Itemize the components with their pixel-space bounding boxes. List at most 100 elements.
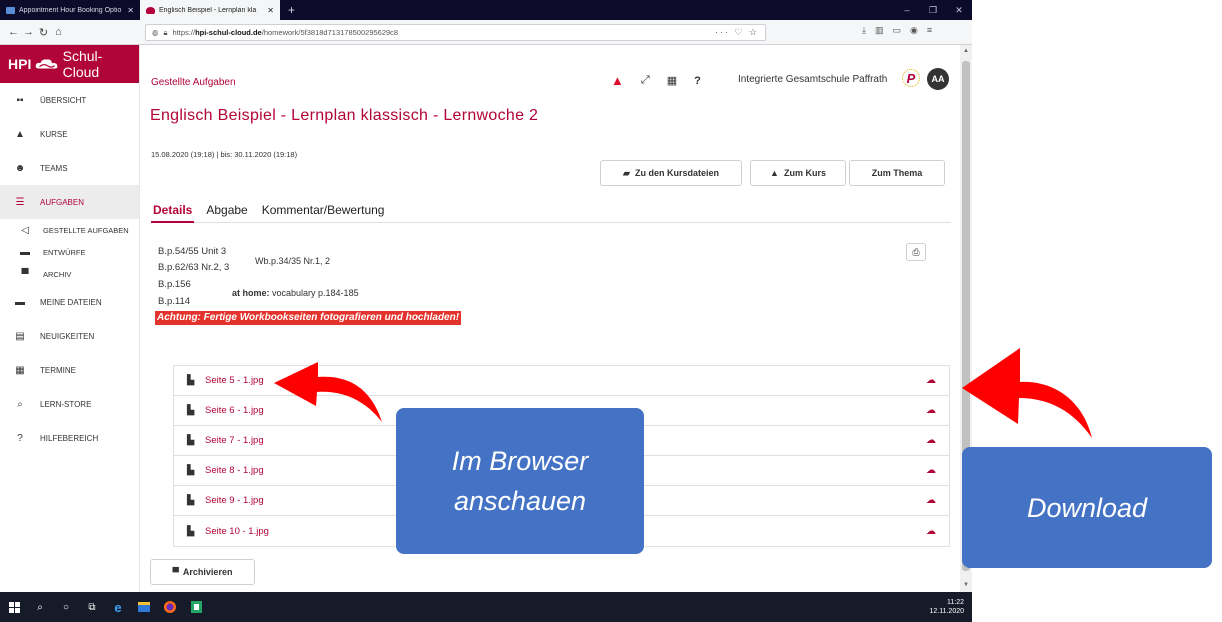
sidebar-item-lern-store[interactable]: ⌕ Lern-Store	[0, 387, 139, 421]
brand-name: Schul-Cloud	[62, 48, 103, 80]
new-tab-button[interactable]: +	[280, 0, 303, 20]
windows-start-icon[interactable]	[8, 601, 20, 613]
browser-tab-homework[interactable]: Englisch Beispiel - Lernplan kla ✕	[140, 0, 280, 20]
brand-logo[interactable]: HPI Schul-Cloud	[0, 45, 139, 83]
home-icon[interactable]: ⌂	[51, 26, 66, 38]
firefox-icon[interactable]	[164, 601, 176, 613]
sidebar-item-label: Neuigkeiten	[40, 331, 95, 341]
print-button[interactable]: ⎙	[906, 243, 926, 261]
graduation-cap-icon: ▲	[770, 168, 779, 178]
sidebar-item-archiv[interactable]: ▀ Archiv	[0, 263, 139, 285]
file-icon: ▙	[187, 525, 195, 537]
search-icon[interactable]: ⌕	[34, 601, 46, 613]
clock-time: 11:22	[947, 599, 964, 606]
lock-icon: 🔒︎	[163, 27, 168, 37]
extension-icon[interactable]: ◉	[910, 25, 918, 36]
qr-code-icon[interactable]: ▦	[667, 74, 677, 87]
sidebar-icon[interactable]: ▭	[893, 25, 902, 36]
url-bar[interactable]: ◍ 🔒︎ https://hpi-schul-cloud.de/homework…	[145, 24, 766, 41]
topic-button[interactable]: Zum Thema	[849, 160, 945, 186]
cloud-download-icon[interactable]: ☁	[926, 495, 936, 506]
download-icon[interactable]: ⤓	[862, 25, 866, 36]
close-window-icon[interactable]: ✕	[946, 5, 972, 16]
breadcrumb[interactable]: Gestellte Aufgaben	[151, 77, 236, 88]
cloud-download-icon[interactable]: ☁	[926, 405, 936, 416]
close-icon[interactable]: ✕	[267, 6, 274, 15]
sidebar-item-entwürfe[interactable]: ▬ Entwürfe	[0, 241, 139, 263]
sidebar-item-label: Aufgaben	[40, 197, 85, 207]
tab-details[interactable]: Details	[151, 203, 195, 223]
page-title: Englisch Beispiel - Lernplan klassisch -…	[150, 107, 539, 124]
sidebar-item-label: Hilfebereich	[40, 433, 99, 443]
url-text: https://hpi-schul-cloud.de/homework/5f38…	[172, 28, 399, 37]
minimize-icon[interactable]: –	[894, 5, 920, 15]
cloud-download-icon[interactable]: ☁	[926, 526, 936, 537]
task-view-icon[interactable]: ⧉	[86, 601, 98, 613]
file-link[interactable]: Seite 7 - 1.jpg	[205, 435, 264, 446]
warning-text: Achtung: Fertige Workbookseiten fotograf…	[155, 311, 462, 325]
cortana-icon[interactable]: ○	[60, 601, 72, 613]
users-icon: ☻	[14, 162, 26, 174]
file-icon: ▙	[187, 495, 195, 506]
forward-icon[interactable]: →	[21, 26, 36, 38]
sidebar-item-übersicht[interactable]: ▪▪ Übersicht	[0, 83, 139, 117]
scroll-down-icon[interactable]: ▼	[960, 582, 972, 588]
button-label: Zu den Kursdateien	[634, 168, 719, 178]
cloud-download-icon[interactable]: ☁	[926, 375, 936, 386]
back-icon[interactable]: ←	[6, 26, 21, 38]
sidebar-item-neuigkeiten[interactable]: ▤ Neuigkeiten	[0, 319, 139, 353]
close-icon[interactable]: ✕	[127, 6, 134, 15]
file-link[interactable]: Seite 9 - 1.jpg	[205, 495, 264, 506]
tab-title: Englisch Beispiel - Lernplan kla	[159, 6, 257, 14]
sidebar-item-kurse[interactable]: ▲ Kurse	[0, 117, 139, 151]
tasks-icon: ☰	[15, 196, 25, 208]
warning-icon[interactable]: ▲	[611, 73, 624, 88]
course-button[interactable]: ▲ Zum Kurs	[750, 160, 846, 186]
clock-date: 12.11.2020	[929, 608, 964, 615]
sidebar-item-aufgaben[interactable]: ☰ Aufgaben	[0, 185, 139, 219]
sidebar-item-gestellte-aufgaben[interactable]: ◁ Gestellte Aufgaben	[0, 219, 139, 241]
sidebar-item-label: Termine	[40, 365, 76, 375]
cloud-download-icon[interactable]: ☁	[926, 435, 936, 446]
tab-submission[interactable]: Abgabe	[204, 203, 249, 223]
browser-tab-booking[interactable]: Appointment Hour Booking Optio ✕	[0, 0, 140, 20]
file-explorer-icon[interactable]	[138, 601, 150, 613]
newspaper-icon: ▤	[15, 330, 25, 342]
help-icon[interactable]: ?	[694, 75, 701, 87]
callout-text: anschauen	[453, 486, 587, 516]
archive-icon: ▀	[172, 567, 179, 577]
reload-icon[interactable]: ↻	[36, 26, 51, 39]
avatar[interactable]: AA	[927, 68, 949, 90]
print-icon: ⎙	[912, 247, 920, 257]
fullscreen-icon[interactable]: ⤢	[641, 74, 650, 87]
cloud-download-icon[interactable]: ☁	[926, 465, 936, 476]
tab-comment[interactable]: Kommentar/Bewertung	[260, 203, 387, 223]
window-controls: – ❐ ✕	[894, 0, 972, 20]
file-link[interactable]: Seite 5 - 1.jpg	[205, 375, 264, 386]
description-line: B.p.156	[158, 279, 191, 290]
description-line: Wb.p.34/35 Nr.1, 2	[255, 256, 331, 266]
maximize-icon[interactable]: ❐	[920, 5, 946, 16]
scroll-up-icon[interactable]: ▲	[960, 48, 972, 54]
edge-icon[interactable]: e	[112, 600, 124, 615]
sidebar-item-termine[interactable]: ▦ Termine	[0, 353, 139, 387]
app-sidebar: HPI Schul-Cloud ▪▪ Übersicht ▲ Kurse ☻ Teams ☰…	[0, 45, 140, 592]
file-link[interactable]: Seite 10 - 1.jpg	[205, 526, 269, 537]
file-link[interactable]: Seite 6 - 1.jpg	[205, 405, 264, 416]
system-clock[interactable]: 11:22 12.11.2020	[929, 598, 964, 616]
sidebar-item-teams[interactable]: ☻ Teams	[0, 151, 139, 185]
archive-button[interactable]: ▀ Archivieren	[150, 559, 255, 585]
sidebar-item-hilfebereich[interactable]: ? Hilfebereich	[0, 421, 139, 455]
lock-icon: ▬	[20, 246, 30, 258]
course-files-button[interactable]: ▰ Zu den Kursdateien	[600, 160, 742, 186]
brand-hpi: HPI	[8, 56, 32, 72]
folder-icon: ▬	[15, 296, 25, 308]
file-link[interactable]: Seite 8 - 1.jpg	[205, 465, 264, 476]
windows-taskbar: ⌕ ○ ⧉ e 11:22 12.11.2020	[0, 592, 972, 622]
sidebar-item-meine-dateien[interactable]: ▬ Meine Dateien	[0, 285, 139, 319]
url-actions[interactable]: ··· ♡ ☆	[715, 27, 759, 38]
spreadsheet-app-icon[interactable]	[190, 601, 202, 613]
library-icon[interactable]: ▥	[875, 25, 884, 36]
menu-icon[interactable]: ≡	[927, 25, 932, 36]
file-icon: ▙	[187, 465, 195, 476]
